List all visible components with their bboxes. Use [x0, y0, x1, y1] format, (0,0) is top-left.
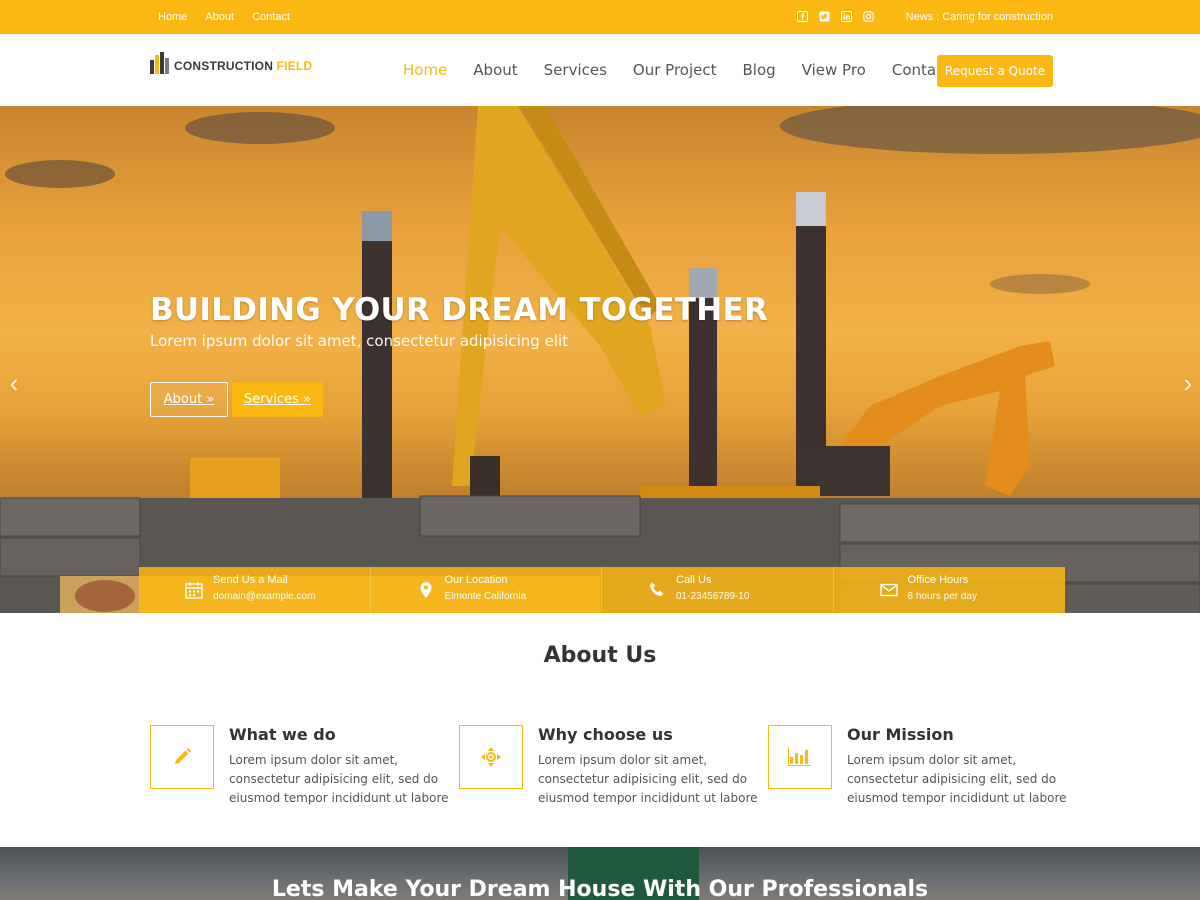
nav-item-view-pro[interactable]: View Pro — [802, 61, 866, 79]
feature-our-mission: Our Mission Lorem ipsum dolor sit amet, … — [768, 725, 1068, 815]
calendar-icon — [185, 582, 203, 599]
nav-item-our-project[interactable]: Our Project — [633, 61, 717, 79]
top-links: Home About Contact — [158, 0, 308, 34]
feature-title: What we do — [229, 725, 336, 744]
site-header: CONSTRUCTION FIELD Home About Services O… — [0, 34, 1200, 106]
request-quote-button[interactable]: Request a Quote — [937, 55, 1053, 87]
top-bar: Home About Contact News : Caring for con… — [0, 0, 1200, 34]
building-logo-icon — [150, 52, 169, 74]
bar-chart-icon — [788, 747, 811, 766]
info-item-call: Call Us 01-23456789-10 — [602, 567, 834, 613]
info-item-location: Our Location Elmonte California — [371, 567, 602, 613]
info-call-detail: 01-23456789-10 — [676, 591, 750, 602]
nav-item-about[interactable]: About — [473, 61, 517, 79]
slider-next-arrow-icon[interactable]: › — [1178, 368, 1198, 398]
feature-text: Lorem ipsum dolor sit amet, consectetur … — [229, 753, 449, 805]
cta-banner: Lets Make Your Dream House With Our Prof… — [0, 847, 1200, 900]
about-section-title: About Us — [543, 643, 657, 668]
feature-icon-box — [459, 725, 523, 789]
feature-why-choose-us: Why choose us Lorem ipsum dolor sit amet… — [459, 725, 759, 815]
info-mail-detail: domain@example.com — [213, 591, 316, 602]
info-hours-detail: 8 hours per day — [907, 591, 978, 602]
contact-info-strip: Send Us a Mail domain@example.com Our Lo… — [139, 567, 1065, 613]
top-link-home[interactable]: Home — [158, 11, 187, 23]
hero-about-button[interactable]: About » — [150, 382, 228, 417]
feature-icon-box — [768, 725, 832, 789]
logo-text: CONSTRUCTION FIELD — [174, 59, 312, 73]
feature-title: Why choose us — [538, 725, 673, 744]
info-call-title: Call Us — [676, 574, 712, 586]
envelope-icon — [879, 583, 898, 597]
site-logo[interactable]: CONSTRUCTION FIELD — [150, 52, 312, 74]
feature-icon-box — [150, 725, 214, 789]
feature-what-we-do: What we do Lorem ipsum dolor sit amet, c… — [150, 725, 450, 815]
info-mail-title: Send Us a Mail — [213, 574, 288, 586]
logo-text-accent: FIELD — [276, 59, 313, 73]
hero-services-button[interactable]: Services » — [232, 382, 323, 417]
news-ticker: News : Caring for construction — [905, 11, 1053, 23]
linkedin-icon[interactable] — [841, 11, 853, 23]
banner-title: Lets Make Your Dream House With Our Prof… — [271, 877, 929, 900]
info-item-hours: Office Hours 8 hours per day — [834, 567, 1066, 613]
feature-text: Lorem ipsum dolor sit amet, consectetur … — [538, 753, 758, 805]
nav-item-home[interactable]: Home — [403, 61, 447, 79]
top-link-about[interactable]: About — [205, 11, 234, 23]
phone-icon — [650, 582, 663, 597]
info-hours-title: Office Hours — [907, 574, 969, 586]
nav-item-blog[interactable]: Blog — [743, 61, 776, 79]
hero-title: BUILDING YOUR DREAM TOGETHER — [150, 292, 769, 328]
hero-slider: BUILDING YOUR DREAM TOGETHER Lorem ipsum… — [0, 106, 1200, 613]
feature-title: Our Mission — [847, 725, 954, 744]
location-pin-icon — [420, 582, 431, 598]
social-links — [797, 11, 875, 23]
twitter-icon[interactable] — [819, 11, 831, 23]
hero-background-image — [0, 106, 1200, 613]
info-item-mail: Send Us a Mail domain@example.com — [139, 567, 371, 613]
pencil-icon — [175, 748, 191, 764]
info-location-detail: Elmonte California — [444, 591, 527, 602]
feature-text: Lorem ipsum dolor sit amet, consectetur … — [847, 753, 1067, 805]
instagram-icon[interactable] — [863, 11, 875, 23]
hero-subtitle: Lorem ipsum dolor sit amet, consectetur … — [150, 332, 569, 350]
facebook-icon[interactable] — [797, 11, 809, 23]
info-location-title: Our Location — [444, 574, 508, 586]
target-arrows-icon — [481, 747, 501, 767]
logo-text-main: CONSTRUCTION — [174, 59, 277, 73]
slider-prev-arrow-icon[interactable]: ‹ — [4, 368, 24, 398]
main-nav: Home About Services Our Project Blog Vie… — [403, 34, 976, 106]
nav-item-services[interactable]: Services — [544, 61, 607, 79]
top-link-contact[interactable]: Contact — [252, 11, 290, 23]
